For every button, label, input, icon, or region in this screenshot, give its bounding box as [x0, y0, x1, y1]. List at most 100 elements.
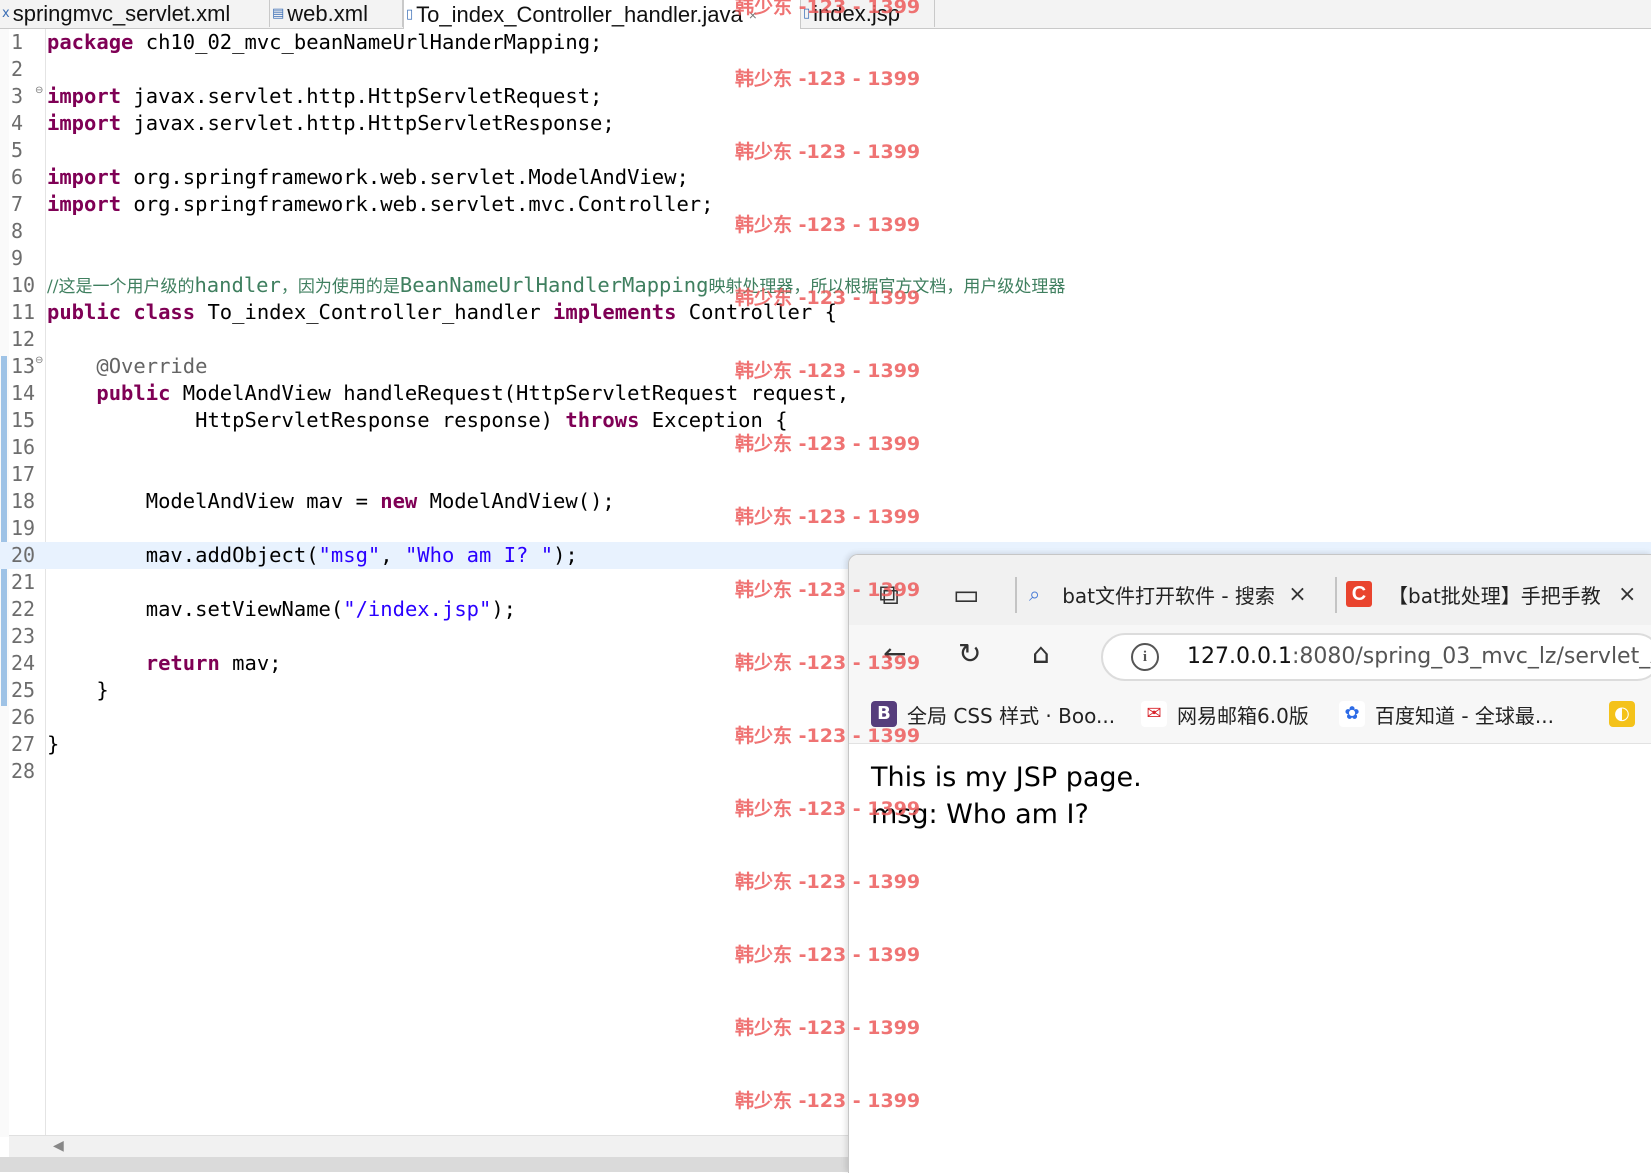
- fold-icon[interactable]: ⊖: [35, 354, 43, 368]
- reload-icon[interactable]: ↻: [958, 640, 981, 668]
- bootstrap-icon: B: [871, 701, 897, 727]
- annotation: @Override: [96, 354, 208, 378]
- line-number: 11: [11, 300, 36, 324]
- close-icon[interactable]: ×: [749, 7, 757, 23]
- code-text: ,: [380, 543, 405, 567]
- xml-file-icon: ▤: [272, 6, 285, 21]
- bookmark-label: 百度知道 - 全球最...: [1375, 703, 1555, 728]
- keyword: import: [47, 111, 122, 135]
- line-number: 18: [11, 489, 36, 513]
- keyword: public: [47, 300, 122, 324]
- page-msg-text: msg: Who am I?: [871, 799, 1089, 830]
- search-icon: ⌕: [1029, 582, 1041, 606]
- keyword: class: [133, 300, 196, 324]
- keyword: throws: [565, 408, 640, 432]
- tab-separator: [1015, 577, 1017, 613]
- tab-index-jsp[interactable]: ▯ index.jsp: [801, 0, 935, 27]
- keyword: import: [47, 84, 122, 108]
- code-line: 16: [0, 434, 1651, 461]
- line-number: 12: [11, 327, 36, 351]
- code-line: 1 package ch10_02_mvc_beanNameUrlHanderM…: [0, 29, 1651, 56]
- editor-tab-bar: x springmvc_servlet.xml ▤ web.xml ▯ To_i…: [0, 0, 1651, 29]
- keyword: return: [145, 651, 220, 675]
- code-text: mav.addObject(: [145, 543, 319, 567]
- fold-icon[interactable]: ⊖: [35, 84, 43, 98]
- tab-title: 【bat批处理】手把手教: [1388, 583, 1601, 608]
- workspaces-icon[interactable]: ⧉: [879, 581, 899, 609]
- tab-separator: [1335, 577, 1337, 613]
- tab-label: web.xml: [287, 0, 368, 26]
- line-number: 24: [11, 651, 36, 675]
- browser-toolbar: ← ↻ ⌂ i 127.0.0.1:8080/spring_03_mvc_lz/…: [849, 625, 1651, 687]
- home-icon[interactable]: ⌂: [1032, 640, 1050, 668]
- line-number: 5: [11, 138, 24, 162]
- code-line: 9: [0, 245, 1651, 272]
- keyword: import: [47, 165, 122, 189]
- code-line: 10 //这是一个用户级的handler，因为使用的是BeanNameUrlHa…: [0, 272, 1651, 299]
- code-text: }: [96, 678, 109, 702]
- string-literal: "/index.jsp": [343, 597, 492, 621]
- code-line: 4 import javax.servlet.http.HttpServletR…: [0, 110, 1651, 137]
- tab-springmvc-servlet-xml[interactable]: x springmvc_servlet.xml: [0, 0, 270, 27]
- code-line: 18 ModelAndView mav = new ModelAndView()…: [0, 488, 1651, 515]
- browser-tab-csdn[interactable]: C 【bat批处理】手把手教 ×: [1346, 571, 1651, 617]
- line-number: 7: [11, 192, 24, 216]
- code-text: HttpServletResponse response): [195, 408, 566, 432]
- line-number: 17: [11, 462, 36, 486]
- line-number: 14: [11, 381, 36, 405]
- bookmark-item[interactable]: ✿ 百度知道 - 全球最...: [1339, 699, 1554, 729]
- tab-label: index.jsp: [813, 0, 900, 26]
- code-text: }: [47, 732, 60, 756]
- page-heading-text: This is my JSP page.: [871, 762, 1142, 793]
- bookmark-item[interactable]: B 全局 CSS 样式 · Boo...: [871, 699, 1115, 729]
- line-number: 1: [11, 30, 24, 54]
- tab-to-index-controller-handler[interactable]: ▯ To_index_Controller_handler.java ×: [403, 0, 801, 29]
- code-text: javax.servlet.http.HttpServletRequest;: [121, 84, 603, 108]
- bookmark-item[interactable]: ✉ 网易邮箱6.0版: [1141, 699, 1309, 729]
- string-literal: "Who am I? ": [404, 543, 554, 567]
- line-number: 26: [11, 705, 36, 729]
- code-line: 7 import org.springframework.web.servlet…: [0, 191, 1651, 218]
- close-icon[interactable]: ×: [1288, 582, 1306, 607]
- address-url: 127.0.0.1:8080/spring_03_mvc_lz/servlet_…: [1187, 644, 1651, 669]
- code-text: Exception {: [639, 408, 788, 432]
- address-bar[interactable]: i 127.0.0.1:8080/spring_03_mvc_lz/servle…: [1101, 633, 1651, 681]
- csdn-icon: C: [1346, 581, 1372, 607]
- site-info-icon[interactable]: i: [1131, 643, 1159, 671]
- code-text: mav.setViewName(: [145, 597, 344, 621]
- line-number: 9: [11, 246, 24, 270]
- jsp-file-icon: ▯: [803, 6, 811, 21]
- vertical-tabs-icon[interactable]: ▭: [953, 581, 979, 609]
- url-path: :8080/spring_03_mvc_lz/servlet_A_: [1291, 644, 1651, 669]
- code-line: 11 public class To_index_Controller_hand…: [0, 299, 1651, 326]
- line-number: 4: [11, 111, 24, 135]
- comment-text: 映射处理器，所以根据官方文档，用户级处理器: [708, 277, 1066, 297]
- back-arrow-icon[interactable]: ←: [883, 640, 906, 668]
- java-file-icon: ▯: [406, 7, 414, 22]
- bookmark-label: 全局 CSS 样式 · Boo...: [907, 703, 1116, 728]
- code-line: 6 import org.springframework.web.servlet…: [0, 164, 1651, 191]
- browser-window: ⧉ ▭ ⌕ bat文件打开软件 - 搜索 × C 【bat批处理】手把手教 × …: [848, 554, 1651, 1173]
- line-number: 22: [11, 597, 36, 621]
- line-number: 3: [11, 84, 24, 108]
- bookmark-item[interactable]: ◐: [1609, 699, 1645, 729]
- browser-tab-search[interactable]: ⌕ bat文件打开软件 - 搜索 ×: [1029, 571, 1319, 617]
- line-number: 10: [11, 273, 36, 297]
- line-number: 15: [11, 408, 36, 432]
- tab-web-xml[interactable]: ▤ web.xml: [270, 0, 403, 27]
- comment-text: ，因为使用的是: [280, 277, 400, 297]
- scroll-left-icon[interactable]: ◀: [53, 1138, 64, 1154]
- xml-file-icon: x: [2, 6, 10, 21]
- line-number: 16: [11, 435, 36, 459]
- code-text: ModelAndView();: [417, 489, 615, 513]
- comment-text: BeanNameUrlHandlerMapping: [399, 273, 709, 297]
- tab-label: springmvc_servlet.xml: [12, 0, 231, 26]
- line-number: 25: [11, 678, 36, 702]
- line-number: 21: [11, 570, 36, 594]
- close-icon[interactable]: ×: [1618, 582, 1636, 607]
- bookmark-label: 网易邮箱6.0版: [1177, 703, 1309, 728]
- keyword: package: [47, 30, 134, 54]
- code-line: 17: [0, 461, 1651, 488]
- line-number: 28: [11, 759, 36, 783]
